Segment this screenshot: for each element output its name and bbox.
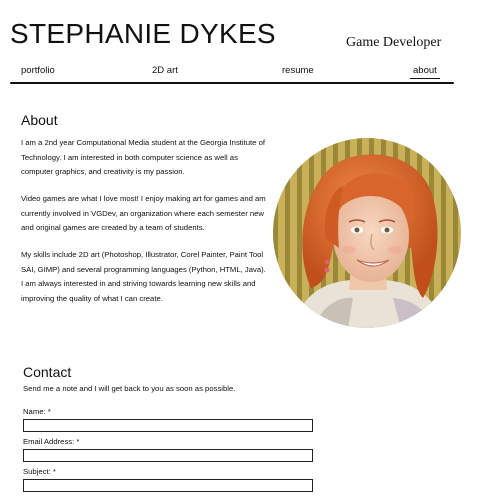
nav-divider [10, 82, 454, 84]
about-paragraph: I am a 2nd year Computational Media stud… [21, 138, 266, 176]
about-paragraph: Video games are what I love most! I enjo… [21, 194, 266, 232]
contact-lead: Send me a note and I will get back to yo… [23, 384, 236, 393]
nav-item-2d-art[interactable]: 2D art [152, 65, 178, 76]
about-section: About I am a 2nd year Computational Medi… [21, 112, 266, 319]
contact-heading: Contact [23, 364, 72, 380]
nav-item-portfolio[interactable]: portfolio [21, 65, 55, 76]
site-name[interactable]: STEPHANIE DYKES [10, 20, 276, 48]
email-label: Email Address: * [23, 437, 80, 446]
subject-label: Subject: * [23, 467, 56, 476]
email-field[interactable] [23, 449, 313, 462]
nav-item-resume[interactable]: resume [282, 65, 314, 76]
nav-item-about[interactable]: about [410, 65, 440, 79]
site-header: STEPHANIE DYKES Game Developer portfolio… [0, 0, 479, 90]
name-field[interactable] [23, 419, 313, 432]
subject-field[interactable] [23, 479, 313, 492]
site-role: Game Developer [346, 35, 442, 50]
profile-photo-image [273, 138, 461, 328]
name-label: Name: * [23, 407, 51, 416]
about-paragraph: My skills include 2D art (Photoshop, Ill… [21, 250, 266, 303]
contact-section: Contact Send me a note and I will get ba… [23, 364, 323, 497]
about-heading: About [21, 112, 58, 128]
profile-photo [273, 138, 461, 328]
